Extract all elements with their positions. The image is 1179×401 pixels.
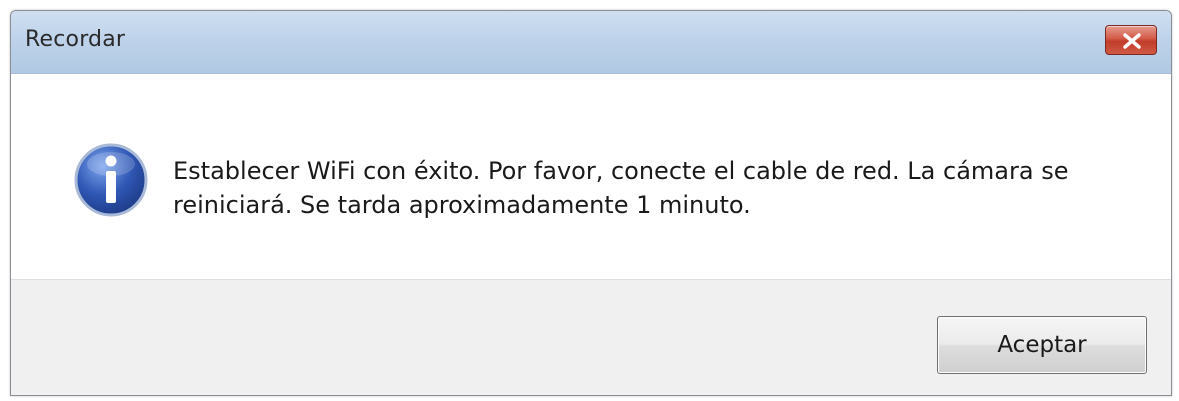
dialog-window: Recordar Establecer WiFi con éxito. Por … — [10, 10, 1172, 396]
dialog-message: Establecer WiFi con éxito. Por favor, co… — [173, 157, 1069, 219]
dialog-content: Establecer WiFi con éxito. Por favor, co… — [11, 74, 1171, 279]
title-bar[interactable]: Recordar — [11, 11, 1171, 74]
accept-button[interactable]: Aceptar — [937, 316, 1147, 374]
dialog-footer: Aceptar — [11, 279, 1171, 395]
info-icon — [74, 143, 148, 217]
close-button[interactable] — [1105, 25, 1157, 55]
close-icon — [1123, 33, 1141, 49]
dialog-title: Recordar — [25, 27, 126, 52]
